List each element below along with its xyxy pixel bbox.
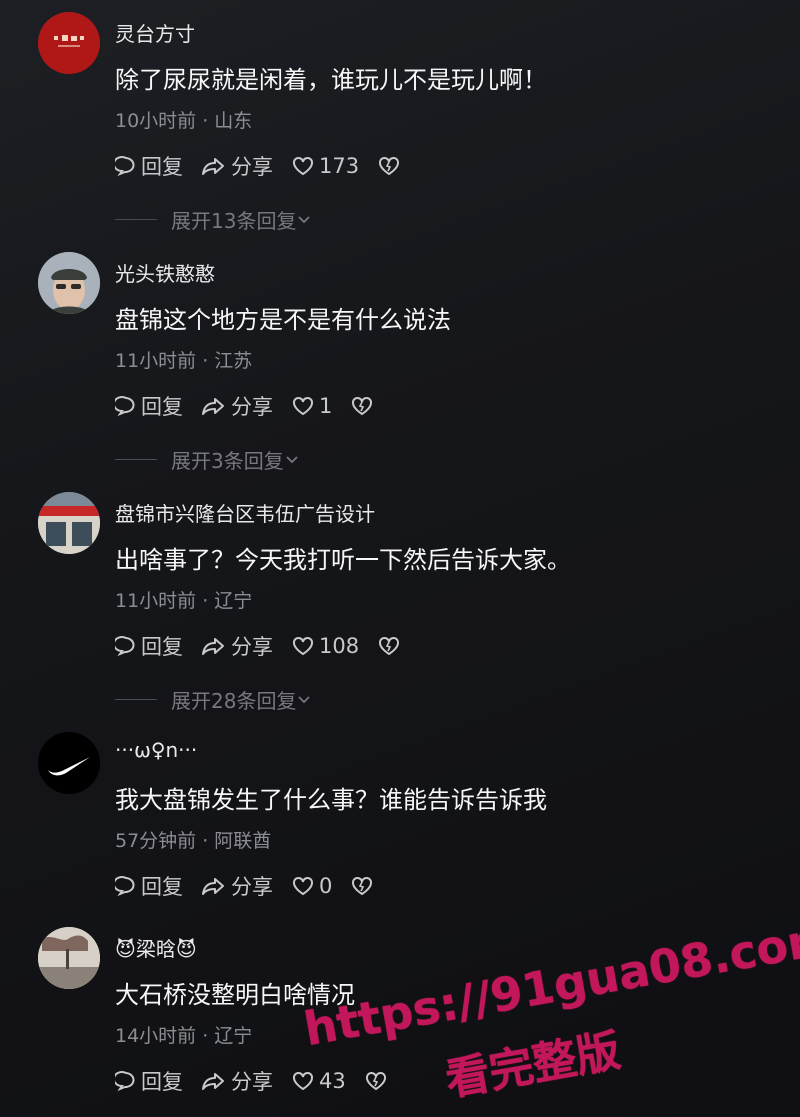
divider-line <box>115 699 157 700</box>
comment-actions: 回复 分享 1 <box>115 391 396 421</box>
share-button[interactable]: 分享 <box>201 391 273 421</box>
dislike-button[interactable] <box>364 1070 392 1092</box>
share-label: 分享 <box>231 635 273 659</box>
comment-actions: 回复 分享 173 <box>115 151 423 181</box>
expand-replies-button[interactable]: 展开13条回复 <box>115 205 312 234</box>
reply-bubble-icon <box>115 1071 135 1092</box>
heart-icon <box>293 156 313 176</box>
share-button[interactable]: 分享 <box>201 631 273 661</box>
chevron-down-icon <box>298 695 311 703</box>
reply-button[interactable]: 回复 <box>115 871 183 901</box>
heart-icon <box>293 1071 313 1091</box>
share-arrow-icon <box>202 1073 224 1090</box>
comment-actions: 回复 分享 43 <box>115 1066 410 1096</box>
username[interactable]: 灵台方寸 <box>115 18 195 47</box>
reply-bubble-icon <box>115 636 135 657</box>
reply-button[interactable]: 回复 <box>115 391 183 421</box>
timestamp-location: 57分钟前 · 阿联酋 <box>115 830 272 852</box>
reply-button[interactable]: 回复 <box>115 631 183 661</box>
timestamp-location: 11小时前 · 辽宁 <box>115 590 253 612</box>
share-button[interactable]: 分享 <box>201 1066 273 1096</box>
expand-replies-label: 展开3条回复 <box>171 449 284 473</box>
share-label: 分享 <box>231 395 273 419</box>
share-button[interactable]: 分享 <box>201 871 273 901</box>
divider-line <box>115 459 157 460</box>
reply-label: 回复 <box>141 155 183 179</box>
like-button[interactable]: 1 <box>291 394 332 418</box>
reply-label: 回复 <box>141 635 183 659</box>
reply-button[interactable]: 回复 <box>115 1066 183 1096</box>
broken-heart-icon <box>352 396 373 416</box>
like-count: 43 <box>319 1069 346 1093</box>
reply-label: 回复 <box>141 1070 183 1094</box>
avatar[interactable] <box>38 927 100 989</box>
username[interactable]: 盘锦市兴隆台区韦伍广告设计 <box>115 498 375 527</box>
share-arrow-icon <box>202 158 224 175</box>
divider-line <box>115 219 157 220</box>
expand-replies-label: 展开28条回复 <box>171 689 297 713</box>
like-button[interactable]: 108 <box>291 634 359 658</box>
username[interactable]: 光头铁憨憨 <box>115 258 215 287</box>
reply-bubble-icon <box>115 396 135 417</box>
share-arrow-icon <box>202 638 224 655</box>
comment-actions: 回复 分享 0 <box>115 871 396 901</box>
broken-heart-icon <box>365 1071 386 1091</box>
share-label: 分享 <box>231 155 273 179</box>
person-photo-avatar-image <box>38 252 100 314</box>
broken-heart-icon <box>379 636 400 656</box>
reply-button[interactable]: 回复 <box>115 151 183 181</box>
like-button[interactable]: 43 <box>291 1069 346 1093</box>
swoosh-logo-avatar-image <box>38 732 100 794</box>
like-count: 1 <box>319 394 333 418</box>
chevron-down-icon <box>298 215 311 223</box>
dislike-button[interactable] <box>377 635 405 657</box>
share-button[interactable]: 分享 <box>201 151 273 181</box>
seal-avatar-image <box>38 12 100 74</box>
share-label: 分享 <box>231 875 273 899</box>
expand-replies-button[interactable]: 展开3条回复 <box>115 445 300 474</box>
timestamp-location: 14小时前 · 辽宁 <box>115 1025 253 1047</box>
username[interactable]: 😈梁晗😈 <box>115 933 197 962</box>
username[interactable]: ···ω♀n··· <box>115 738 197 762</box>
comment-text: 除了尿尿就是闲着，谁玩儿不是玩儿啊！ <box>115 66 547 94</box>
broken-heart-icon <box>379 156 400 176</box>
expand-replies-label: 展开13条回复 <box>171 209 297 233</box>
like-button[interactable]: 0 <box>291 874 332 898</box>
storefront-avatar-image <box>38 492 100 554</box>
comment-text: 盘锦这个地方是不是有什么说法 <box>115 306 451 334</box>
comment-text: 我大盘锦发生了什么事？谁能告诉告诉我 <box>115 786 547 814</box>
reply-bubble-icon <box>115 156 135 177</box>
timestamp-location: 11小时前 · 江苏 <box>115 350 253 372</box>
chevron-down-icon <box>286 455 298 463</box>
share-arrow-icon <box>202 878 224 895</box>
like-count: 173 <box>319 154 360 178</box>
reply-bubble-icon <box>115 876 135 897</box>
watermark-caption: 看完整版 <box>441 1025 625 1107</box>
avatar[interactable] <box>38 12 100 74</box>
share-arrow-icon <box>202 398 224 415</box>
heart-icon <box>293 636 313 656</box>
like-count: 0 <box>319 874 333 898</box>
comment-text: 出啥事了？今天我打听一下然后告诉大家。 <box>115 546 571 574</box>
comment-actions: 回复 分享 108 <box>115 631 423 661</box>
dislike-button[interactable] <box>350 395 378 417</box>
avatar[interactable] <box>38 252 100 314</box>
like-count: 108 <box>319 634 360 658</box>
timestamp-location: 10小时前 · 山东 <box>115 110 253 132</box>
like-button[interactable]: 173 <box>291 154 359 178</box>
heart-icon <box>293 396 313 416</box>
dislike-button[interactable] <box>377 155 405 177</box>
broken-heart-icon <box>352 876 373 896</box>
expand-replies-button[interactable]: 展开28条回复 <box>115 685 312 714</box>
landscape-photo-avatar-image <box>38 927 100 989</box>
reply-label: 回复 <box>141 875 183 899</box>
reply-label: 回复 <box>141 395 183 419</box>
share-label: 分享 <box>231 1070 273 1094</box>
avatar[interactable] <box>38 732 100 794</box>
heart-icon <box>293 876 313 896</box>
dislike-button[interactable] <box>350 875 378 897</box>
avatar[interactable] <box>38 492 100 554</box>
